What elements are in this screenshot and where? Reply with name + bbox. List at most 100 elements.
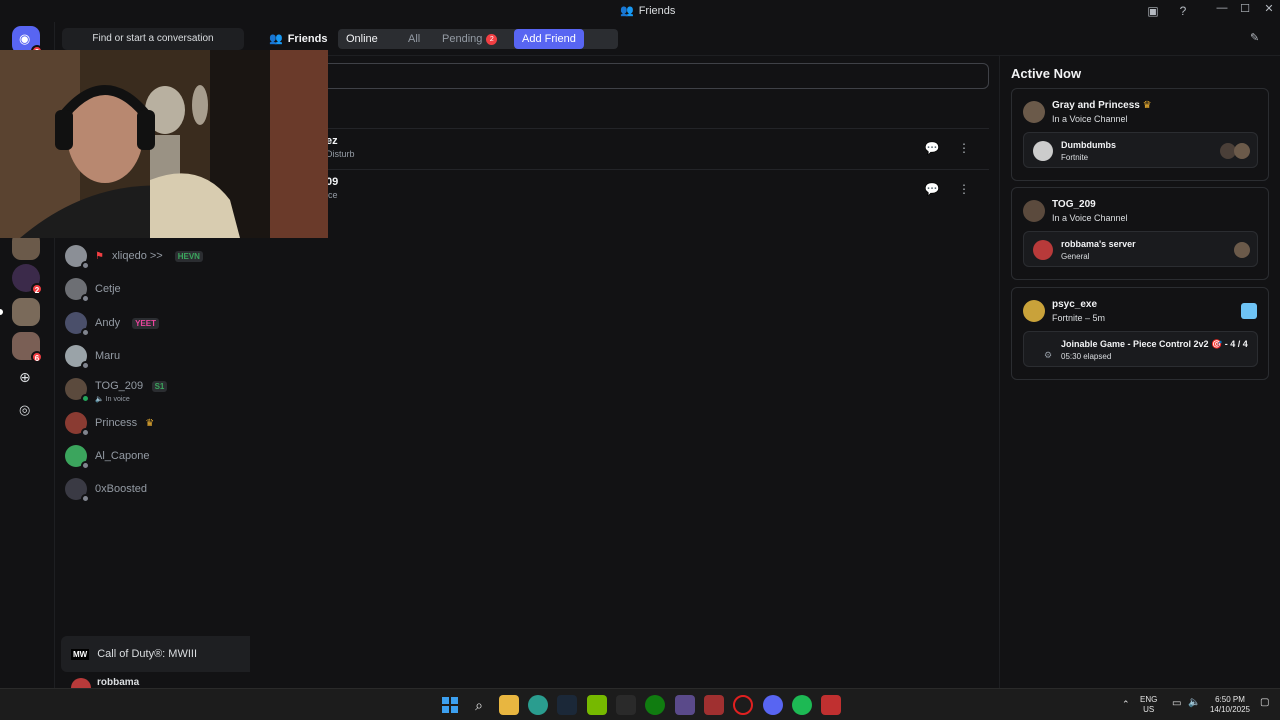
friends-header: 👥 Friends Online All Pending 2 Add Friend… [250,22,1280,56]
dm-item[interactable]: Maru [65,341,243,371]
server-badge: 2 [31,283,43,295]
game-logo-icon: MW [71,648,90,660]
crown-icon: ♛ [145,417,155,429]
close-button[interactable]: ✕ [1259,2,1279,18]
activity-card[interactable]: Gray and Princess ♛ In a Voice Channel D… [1011,88,1269,181]
server-badge: 6 [31,351,43,363]
status-indicator [81,428,90,437]
webcam-image [0,50,328,238]
avatar [65,345,90,370]
status-indicator [81,361,90,370]
server-icon[interactable] [12,298,40,326]
guild-tag: YEET [132,317,159,329]
status-indicator [81,394,90,403]
pending-badge: 2 [486,34,498,45]
avatar [71,678,91,688]
dm-item[interactable]: TOG_209 S1 🔈 In voice [65,374,243,404]
member-avatar [1234,242,1250,258]
speaker-icon: 🔈 [95,395,104,403]
game-controller-icon: ⚙ [1044,350,1053,360]
add-server-icon[interactable]: ⊕ [19,370,33,384]
activity-card[interactable]: psyc_exe Fortnite – 5m ⚙ Joinable Game -… [1011,287,1269,380]
help-icon[interactable]: ? [1175,3,1191,19]
member-avatar [1234,143,1250,159]
notification-icon[interactable]: ▢ [1260,697,1269,708]
nvidia-icon[interactable] [587,695,607,715]
avatar [65,245,90,270]
discord-icon[interactable] [763,695,783,715]
minimize-button[interactable]: — [1212,2,1232,18]
tab-all[interactable]: All [400,29,428,49]
voice-channel-box[interactable]: robbama's server General [1023,231,1258,267]
inbox-icon[interactable]: ▣ [1145,3,1161,19]
add-friend-button[interactable]: Add Friend [514,29,584,49]
avatar [65,278,90,303]
message-icon[interactable]: 💬 [922,179,942,199]
file-explorer-icon[interactable] [499,695,519,715]
dm-item[interactable]: 0xBoosted [65,474,243,504]
server-icon[interactable]: 2 [12,264,43,295]
activity-card[interactable]: TOG_209 In a Voice Channel robbama's ser… [1011,187,1269,280]
volume-icon[interactable]: 🔈 [1188,697,1200,708]
server-icon[interactable]: 6 [12,332,43,363]
avatar [65,378,90,403]
status-indicator [81,494,90,503]
active-now-panel: Active Now Gray and Princess ♛ In a Voic… [1000,56,1280,688]
dm-item[interactable]: Princess ♛ [65,408,243,438]
window-title: 👥 Friends [620,4,676,18]
tray-expand-icon[interactable]: ⌃ [1122,699,1130,710]
message-icon[interactable]: 💬 [922,138,942,158]
controller-app-icon[interactable] [675,695,695,715]
title-bar: 👥 Friends ▣ ? — ☐ ✕ [0,0,1280,22]
windows-start-icon[interactable] [440,695,460,715]
more-icon[interactable]: ⋮ [954,138,974,158]
call-of-duty-icon[interactable] [821,695,841,715]
active-now-heading: Active Now [1011,66,1082,81]
guild-tag: S1 [151,380,168,392]
discover-icon[interactable]: ◎ [19,403,33,417]
voice-app-icon[interactable] [704,695,724,715]
dm-item[interactable]: ⚑ xliqedo >> HEVN [65,241,243,271]
voice-channel-box[interactable]: Dumbdumbs Fortnite [1023,132,1258,168]
search-input[interactable] [270,63,989,89]
more-icon[interactable]: ⋮ [954,179,974,199]
opera-icon[interactable] [733,695,753,715]
status-indicator [81,294,90,303]
friends-list: ez Disturb 💬 ⋮ 09 ice 💬 ⋮ [250,56,1000,688]
spotify-icon[interactable] [792,695,812,715]
epic-games-icon[interactable] [616,695,636,715]
maximize-button[interactable]: ☐ [1235,2,1255,18]
search-icon[interactable]: ⌕ [469,695,489,715]
flag-icon: ⚑ [95,250,104,262]
friend-row[interactable]: 09 ice 💬 ⋮ [270,169,989,209]
discord-logo-icon: ◉ [19,31,31,46]
guild-tag: HEVN [174,250,203,262]
windows-taskbar: ⌕ ⌃ ENG US ▭ 🔈 6:50 PM 14/10/2025 ▢ [0,688,1280,720]
xbox-icon[interactable] [645,695,665,715]
avatar [1023,200,1045,222]
avatar [65,312,90,337]
language-indicator[interactable]: ENG US [1140,695,1157,715]
avatar [65,478,90,503]
tab-pending[interactable]: Pending 2 [434,29,505,49]
server-avatar [1033,240,1053,260]
steam-icon[interactable] [557,695,577,715]
fortnite-icon [1241,303,1257,319]
network-icon[interactable]: ▭ [1172,698,1181,709]
avatar [1023,300,1045,322]
edge-icon[interactable] [528,695,548,715]
avatar [1023,101,1045,123]
dm-item[interactable]: Cetje [65,274,243,304]
status-indicator [81,261,90,270]
clock[interactable]: 6:50 PM 14/10/2025 [1207,695,1253,715]
dm-item[interactable]: Andy YEET [65,308,243,338]
webcam-overlay [0,50,328,238]
dm-item[interactable]: Al_Capone [65,441,243,471]
avatar [65,445,90,470]
friend-row[interactable]: ez Disturb 💬 ⋮ [270,128,989,168]
friends-icon: 👥 [269,33,283,45]
game-session-box[interactable]: ⚙ Joinable Game - Piece Control 2v2 🎯 - … [1023,331,1258,367]
find-conversation-button[interactable]: Find or start a conversation [62,28,244,50]
new-group-dm-icon[interactable]: ✎ [1250,31,1266,47]
status-indicator [81,461,90,470]
